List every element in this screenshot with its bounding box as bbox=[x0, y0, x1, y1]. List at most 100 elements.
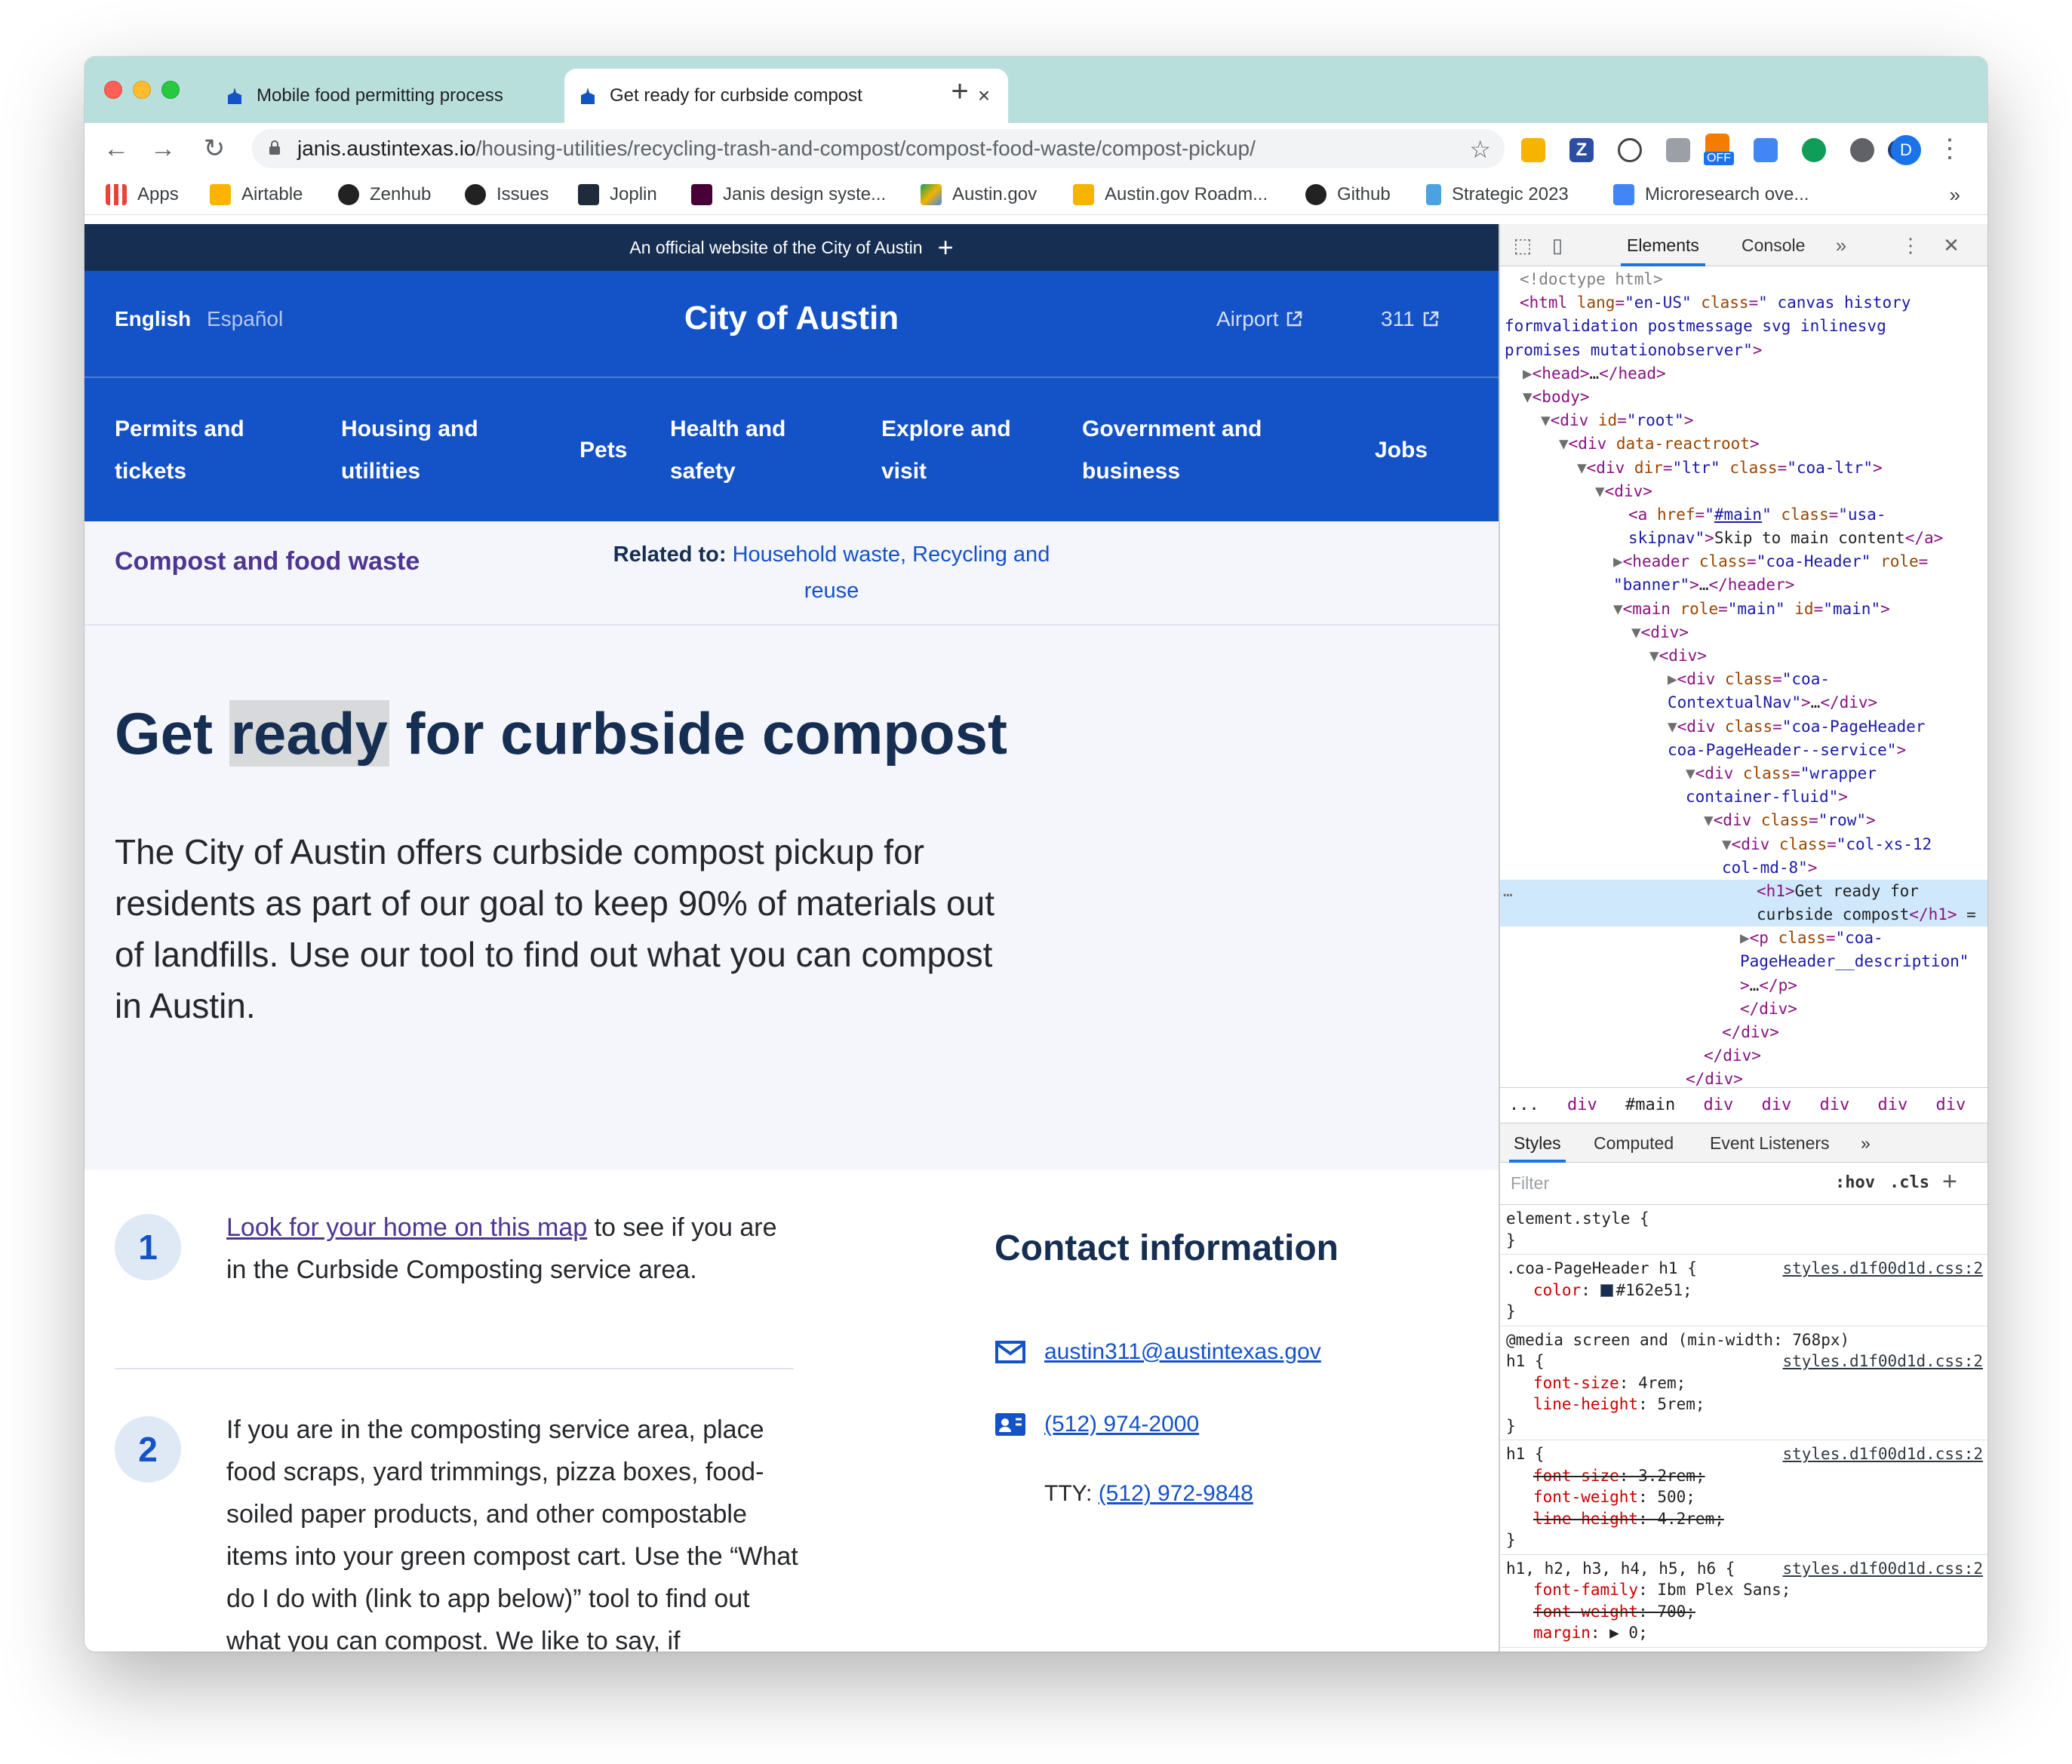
style-rule: h1, h2, h3, h4, h5, h6 { styles.d1f00d1d… bbox=[1500, 1555, 1987, 1648]
more-tabs-icon[interactable]: » bbox=[1829, 233, 1853, 257]
nav-pets[interactable]: Pets bbox=[579, 429, 627, 472]
nav-explore-visit[interactable]: Explore and visit bbox=[881, 408, 1011, 493]
style-rule: @media screen and (min-width: 768px) h1 … bbox=[1500, 1326, 1987, 1440]
bookmark-zenhub[interactable]: Zenhub bbox=[338, 182, 431, 207]
bookmark-joplin[interactable]: Joplin bbox=[578, 182, 657, 207]
tab-curbside-compost[interactable]: Get ready for curbside compost × bbox=[564, 69, 1008, 123]
extension-icon-2[interactable] bbox=[1754, 138, 1778, 162]
tty-link[interactable]: (512) 972-9848 bbox=[1099, 1481, 1253, 1506]
hover-state-toggle[interactable]: :hov bbox=[1835, 1173, 1875, 1192]
extension-icon[interactable] bbox=[1521, 138, 1545, 162]
bookmarks-overflow-icon[interactable]: » bbox=[1950, 183, 1960, 207]
new-tab-button[interactable]: + bbox=[943, 75, 976, 108]
contact-title: Contact information bbox=[994, 1228, 1339, 1268]
step-divider bbox=[115, 1368, 794, 1369]
page-description: The City of Austin offers curbside compo… bbox=[115, 832, 994, 1025]
devtools-menu-icon[interactable]: ⋮ bbox=[1898, 233, 1923, 257]
reload-icon[interactable]: ↻ bbox=[196, 131, 232, 167]
related-link[interactable]: reuse bbox=[804, 579, 859, 603]
filter-input[interactable]: Filter bbox=[1511, 1173, 1549, 1194]
crumb[interactable]: div bbox=[1877, 1096, 1908, 1114]
style-rule: element.style { } bbox=[1500, 1205, 1987, 1255]
inspect-element-icon[interactable]: ⬚ bbox=[1511, 233, 1535, 257]
expand-plus-icon[interactable]: + bbox=[938, 234, 954, 261]
step-number: 2 bbox=[115, 1416, 181, 1483]
crumb[interactable]: div bbox=[1703, 1096, 1733, 1114]
slides-icon bbox=[1073, 184, 1094, 205]
window-maximize-button[interactable] bbox=[161, 81, 180, 99]
related-link[interactable]: Household waste, Recycling and bbox=[733, 542, 1050, 567]
style-rule: .coa-PageHeader h1 { styles.d1f00d1d.css… bbox=[1500, 1255, 1987, 1326]
contact-phone[interactable]: (512) 974-2000 bbox=[994, 1412, 1199, 1437]
bookmark-roadmap[interactable]: Austin.gov Roadm... bbox=[1073, 182, 1268, 207]
crumb[interactable]: div bbox=[1567, 1096, 1597, 1114]
github-icon bbox=[338, 184, 359, 205]
nav-permits-tickets[interactable]: Permits and tickets bbox=[115, 408, 244, 493]
tab-elements[interactable]: Elements bbox=[1621, 224, 1705, 266]
bookmark-star-icon[interactable]: ☆ bbox=[1469, 135, 1491, 164]
style-source-link[interactable]: styles.d1f00d1d.css:2 bbox=[1782, 1558, 1983, 1580]
topic-title[interactable]: Compost and food waste bbox=[115, 547, 420, 576]
device-toolbar-icon[interactable]: ▯ bbox=[1545, 233, 1569, 257]
styles-pane[interactable]: element.style { } .coa-PageHeader h1 { s… bbox=[1500, 1205, 1987, 1652]
contact-email[interactable]: austin311@austintexas.gov bbox=[994, 1339, 1321, 1365]
tab-title: Get ready for curbside compost bbox=[610, 85, 862, 106]
forward-icon[interactable]: → bbox=[145, 131, 181, 167]
crumb[interactable]: div bbox=[1819, 1096, 1849, 1114]
crumb[interactable]: #main bbox=[1625, 1096, 1675, 1114]
extension-icon-3[interactable] bbox=[1850, 138, 1874, 162]
site-header: English Español City of Austin Airport 3… bbox=[85, 271, 1499, 376]
bookmark-apps[interactable]: Apps bbox=[106, 182, 179, 207]
window-close-button[interactable] bbox=[104, 81, 122, 99]
more-menu-icon[interactable]: ⋮ bbox=[1935, 134, 1965, 164]
address-bar[interactable]: janis.austintexas.io/housing-utilities/r… bbox=[252, 129, 1505, 168]
style-source-link[interactable]: styles.d1f00d1d.css:2 bbox=[1782, 1443, 1983, 1465]
devtools-close-icon[interactable]: ✕ bbox=[1939, 233, 1963, 257]
bookmark-microresearch[interactable]: Microresearch ove... bbox=[1613, 182, 1809, 207]
more-subtabs-icon[interactable]: » bbox=[1861, 1123, 1871, 1163]
window-minimize-button[interactable] bbox=[133, 81, 151, 99]
zenhub-extension-icon[interactable]: Z bbox=[1569, 138, 1594, 162]
airtable-icon bbox=[210, 184, 231, 205]
contact-tty: TTY: (512) 972-9848 bbox=[1044, 1481, 1253, 1506]
profile-avatar[interactable]: D bbox=[1891, 135, 1921, 165]
three11-link[interactable]: 311 bbox=[1381, 307, 1439, 331]
nav-government-business[interactable]: Government and business bbox=[1082, 408, 1262, 493]
color-swatch[interactable] bbox=[1600, 1283, 1613, 1297]
step-number: 1 bbox=[115, 1214, 181, 1280]
tab-console[interactable]: Console bbox=[1742, 224, 1805, 266]
tab-computed[interactable]: Computed bbox=[1594, 1123, 1674, 1163]
tab-event-listeners[interactable]: Event Listeners bbox=[1710, 1123, 1830, 1163]
back-icon[interactable]: ← bbox=[98, 131, 134, 167]
bookmark-janis-design[interactable]: Janis design syste... bbox=[691, 182, 886, 207]
map-link[interactable]: Look for your home on this map bbox=[226, 1213, 587, 1242]
chat-extension-icon[interactable] bbox=[1802, 138, 1826, 162]
official-banner[interactable]: An official website of the City of Austi… bbox=[85, 224, 1499, 271]
external-link-icon bbox=[1287, 311, 1302, 327]
class-toggle[interactable]: .cls bbox=[1889, 1173, 1929, 1192]
nav-jobs[interactable]: Jobs bbox=[1375, 429, 1428, 472]
browser-window: Mobile food permitting process × Get rea… bbox=[85, 57, 1987, 1652]
bookmark-github[interactable]: Github bbox=[1305, 182, 1391, 207]
crumb[interactable]: div bbox=[1761, 1096, 1791, 1114]
bookmark-strategic[interactable]: Strategic 2023 bbox=[1426, 182, 1569, 207]
capitol-icon bbox=[581, 88, 595, 104]
nav-health-safety[interactable]: Health and safety bbox=[670, 408, 785, 493]
nav-housing-utilities[interactable]: Housing and utilities bbox=[341, 408, 478, 493]
bookmark-issues[interactable]: Issues bbox=[465, 182, 549, 207]
style-source-link[interactable]: styles.d1f00d1d.css:2 bbox=[1782, 1351, 1983, 1372]
wordpress-extension-icon[interactable] bbox=[1618, 138, 1642, 162]
tab-styles[interactable]: Styles bbox=[1509, 1123, 1566, 1163]
new-style-rule-icon[interactable]: + bbox=[1942, 1167, 1957, 1197]
airport-link[interactable]: Airport bbox=[1216, 307, 1302, 331]
bookmark-airtable[interactable]: Airtable bbox=[210, 182, 303, 207]
dom-tree[interactable]: <!doctype html> <html lang="en-US" class… bbox=[1500, 268, 1987, 1087]
camera-extension-icon[interactable] bbox=[1666, 138, 1690, 162]
tab-close-icon[interactable]: × bbox=[973, 84, 994, 108]
crumb[interactable]: div bbox=[1935, 1096, 1966, 1114]
style-source-link[interactable]: styles.d1f00d1d.css:2 bbox=[1782, 1258, 1983, 1280]
page-header: Get ready for curbside compost The City … bbox=[85, 625, 1499, 1170]
bookmark-austin-gov[interactable]: Austin.gov bbox=[921, 182, 1037, 207]
selected-dom-node[interactable]: … <h1>Get ready for bbox=[1500, 879, 1987, 904]
contact-card-icon bbox=[995, 1413, 1025, 1436]
